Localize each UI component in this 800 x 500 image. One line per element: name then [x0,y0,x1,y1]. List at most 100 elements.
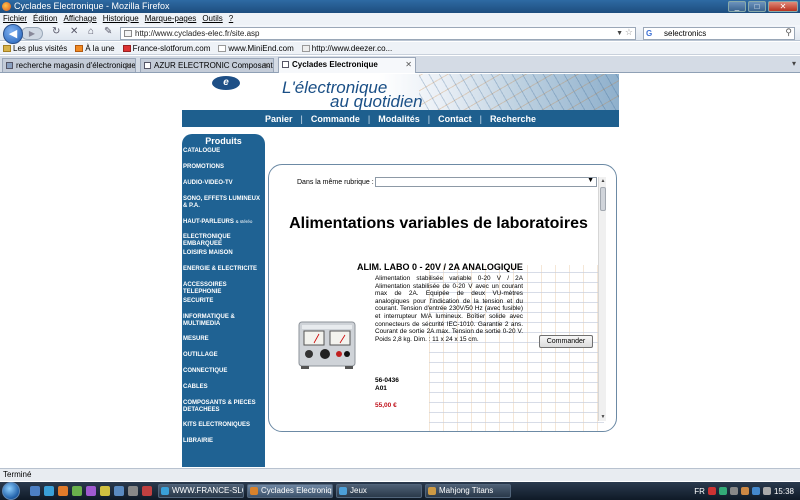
tray-network-icon[interactable] [718,487,727,495]
nav-recherche[interactable]: Recherche [482,114,544,124]
firefox-quicklaunch-icon[interactable] [58,486,68,496]
tray-volume-icon[interactable] [729,487,738,495]
site-logo[interactable]: e [212,76,240,90]
category-audio-video-tv[interactable]: AUDIO-VIDEO-TV [182,180,265,187]
stop-icon[interactable]: ✕ [70,26,78,37]
task-mahjong[interactable]: Mahjong Titans [425,484,511,498]
page-icon [124,30,132,37]
app2-quicklaunch-icon[interactable] [142,486,152,496]
scroll-up-icon[interactable]: ▲ [599,177,607,185]
category-haut-parleurs[interactable]: HAUT-PARLEURS & stéréo [182,218,265,226]
nav-panier[interactable]: Panier [257,114,301,124]
status-text: Terminé [3,470,32,479]
clock[interactable]: 15:38 [774,487,794,496]
tray-security-icon[interactable] [740,487,749,495]
tab-list-icon[interactable]: ▾ [792,59,796,68]
commander-button[interactable]: Commander [539,335,593,348]
tray-update-icon[interactable] [751,487,760,495]
power-supply-image[interactable] [297,316,357,372]
scrollbar-thumb[interactable] [600,187,606,211]
menu-fichier[interactable]: Fichier [3,13,27,25]
tray-app-icon[interactable] [707,487,716,495]
tray-misc-icon[interactable] [762,487,771,495]
bookmark-france-slotforum[interactable]: France-slotforum.com [122,42,210,54]
category-outillage[interactable]: OUTILLAGE [182,352,265,359]
url-bar[interactable]: http://www.cyclades-elec.fr/site.asp ▼ ☆ [120,27,636,40]
bookmark-a-la-une[interactable]: À la une [75,42,115,54]
tab-azur[interactable]: AZUR ELECTRONIC Composants el... ✕ [140,58,274,72]
category-energie[interactable]: ENERGIE & ELECTRICITE [182,266,265,273]
task-cyclades[interactable]: Cyclades Electroniq... [247,484,333,498]
menu-aide[interactable]: ? [229,13,233,25]
menu-outils[interactable]: Outils [202,13,222,25]
bookmark-page-icon[interactable]: ✎ [104,26,112,37]
url-dropdown-icon[interactable]: ▼ [616,28,623,39]
language-indicator[interactable]: FR [694,487,705,496]
bookmark-deezer[interactable]: http://www.deezer.co... [301,42,392,54]
close-tab-icon[interactable]: ✕ [263,59,270,72]
category-securite[interactable]: SECURITE [182,298,265,305]
category-catalogue[interactable]: CATALOGUE [182,148,265,155]
category-cables[interactable]: CABLES [182,384,265,391]
menu-historique[interactable]: Historique [103,13,139,25]
messenger-quicklaunch-icon[interactable] [114,486,124,496]
category-connectique[interactable]: CONNECTIQUE [182,368,265,375]
rubrique-select[interactable]: ▼ [375,177,597,187]
window-title: Cyclades Electronique - Mozilla Firefox [14,1,170,11]
menu-edition[interactable]: Édition [33,13,57,25]
nav-modalites[interactable]: Modalités [370,114,428,124]
category-mesure[interactable]: MESURE [182,336,265,343]
category-accessoires-telephonie[interactable]: ACCESSOIRES TELEPHONIE [182,282,265,296]
category-composants[interactable]: COMPOSANTS & PIECES DETACHEES [182,400,265,414]
google-icon[interactable]: G [646,29,656,38]
home-icon[interactable]: ⌂ [88,26,94,37]
ie-icon[interactable] [44,486,54,496]
task-jeux[interactable]: Jeux [336,484,422,498]
category-librairie[interactable]: LIBRAIRIE [182,438,265,445]
app-quicklaunch-icon[interactable] [72,486,82,496]
folder-quicklaunch-icon[interactable] [100,486,110,496]
tagline-line-2: au quotidien [330,92,423,110]
menu-marque-pages[interactable]: Marque-pages [145,13,197,25]
close-tab-icon[interactable]: ✕ [405,58,412,71]
category-promotions[interactable]: PROMOTIONS [182,164,265,171]
panel-scrollbar[interactable]: ▲ ▼ [598,177,606,421]
reload-icon[interactable]: ↻ [52,26,60,37]
start-button[interactable] [2,482,20,500]
page-icon [218,44,227,52]
close-window-button[interactable]: ✕ [768,1,798,12]
sidebar-title: Produits [205,136,242,146]
rubrique-label: Dans la même rubrique : [297,179,374,186]
product-price: 55,00 € [375,402,397,409]
category-electronique-embarquee[interactable]: ELECTRONIQUE EMBARQUEE [182,234,265,248]
show-desktop-icon[interactable] [30,486,40,496]
category-loisirs-maison[interactable]: LOISIRS MAISON [182,250,265,257]
media-quicklaunch-icon[interactable] [86,486,96,496]
nav-commande[interactable]: Commande [303,114,368,124]
task-france-slot[interactable]: WWW.FRANCE-SLO... [158,484,244,498]
product-title[interactable]: ALIM. LABO 0 - 20V / 2A ANALOGIQUE [357,262,523,272]
close-tab-icon[interactable]: ✕ [125,59,132,72]
search-box[interactable]: G selectronics ⚲ [643,27,795,40]
menu-affichage[interactable]: Affichage [63,13,96,25]
tool-quicklaunch-icon[interactable] [128,486,138,496]
minimize-button[interactable]: _ [728,1,746,12]
back-button[interactable]: ◀ [3,24,23,44]
mahjong-task-icon [428,487,436,495]
nav-contact[interactable]: Contact [430,114,480,124]
category-sono[interactable]: SONO, EFFETS LUMINEUX & P.A. [182,196,265,210]
category-kits[interactable]: KITS ELECTRONIQUES [182,422,265,429]
scroll-down-icon[interactable]: ▼ [599,413,607,421]
bookmark-miniend[interactable]: www.MiniEnd.com [218,42,294,54]
status-bar: Terminé [0,468,800,481]
forward-button[interactable]: ▶ [21,27,43,40]
tab-recherche[interactable]: recherche magasin d'électronique -... ✕ [2,58,136,72]
search-icon[interactable]: ⚲ [785,27,792,38]
search-value: selectronics [664,29,707,38]
star-icon[interactable]: ☆ [625,27,633,38]
tab-cyclades[interactable]: Cyclades Electronique ✕ [278,57,416,73]
ie-task-icon [161,487,169,495]
rss-icon [75,44,84,52]
maximize-button[interactable]: □ [748,1,766,12]
category-informatique[interactable]: INFORMATIQUE & MULTIMEDIA [182,314,265,328]
